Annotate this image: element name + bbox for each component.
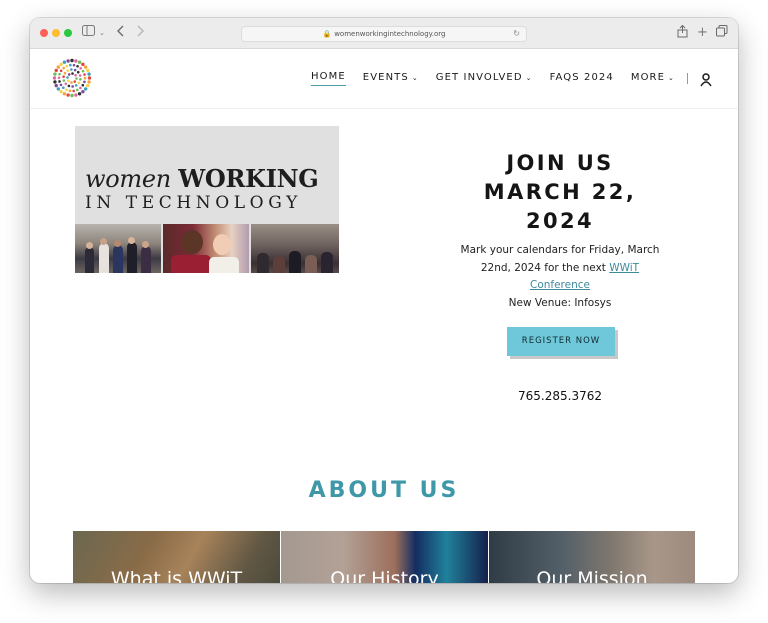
about-heading: ABOUT US bbox=[308, 478, 460, 503]
nav-item-faqs[interactable]: FAQS 2024 bbox=[550, 72, 614, 86]
back-arrow-icon[interactable] bbox=[116, 25, 126, 41]
reload-icon[interactable]: ↻ bbox=[513, 27, 520, 41]
forward-arrow-icon[interactable] bbox=[135, 25, 145, 41]
event-photo-group bbox=[75, 224, 161, 273]
hero-image: women WORKING IN TECHNOLOGY bbox=[75, 126, 339, 273]
hero-image-subtitle: IN TECHNOLOGY bbox=[85, 193, 302, 213]
nav-item-more[interactable]: MORE ⌄ bbox=[631, 72, 675, 86]
chevron-down-icon: ⌄ bbox=[411, 73, 419, 82]
nav-divider bbox=[687, 73, 688, 84]
share-icon[interactable] bbox=[677, 24, 688, 42]
about-card-title: Our Mission bbox=[536, 568, 648, 583]
site-logo[interactable] bbox=[52, 58, 92, 98]
chevron-down-icon[interactable]: ⌄ bbox=[99, 25, 105, 41]
address-url: womenworkingintechnology.org bbox=[334, 30, 446, 38]
hero-headline: JOIN US MARCH 22, 2024 bbox=[483, 151, 637, 233]
event-photo-audience bbox=[251, 224, 339, 273]
main-nav: HOME EVENTS ⌄ GET INVOLVED ⌄ FAQS 2024 MOR… bbox=[294, 71, 712, 86]
nav-item-home[interactable]: HOME bbox=[311, 71, 346, 86]
browser-window: ⌄ 🔒 womenworkingintechnology.org ↻ + HOME… bbox=[30, 18, 738, 583]
address-bar[interactable]: 🔒 womenworkingintechnology.org ↻ bbox=[241, 26, 527, 42]
close-window-button[interactable] bbox=[40, 29, 48, 37]
about-card-what-is-wwit[interactable]: What is WWiT bbox=[73, 531, 280, 583]
nav-item-events[interactable]: EVENTS ⌄ bbox=[363, 72, 419, 86]
chevron-down-icon: ⌄ bbox=[525, 73, 533, 82]
about-card-our-history[interactable]: Our History bbox=[281, 531, 488, 583]
browser-toolbar: ⌄ 🔒 womenworkingintechnology.org ↻ + bbox=[30, 18, 738, 49]
lock-icon: 🔒 bbox=[322, 30, 332, 38]
nav-item-get-involved[interactable]: GET INVOLVED ⌄ bbox=[436, 72, 533, 86]
sidebar-toggle-icon[interactable] bbox=[82, 25, 96, 41]
minimize-window-button[interactable] bbox=[52, 29, 60, 37]
tab-overview-icon[interactable] bbox=[716, 25, 728, 41]
event-photo-speakers bbox=[163, 224, 249, 273]
about-card-title: Our History bbox=[330, 568, 439, 583]
zoom-window-button[interactable] bbox=[64, 29, 72, 37]
venue-text: New Venue: Infosys bbox=[508, 296, 612, 309]
hero-description: Mark your calendars for Friday, March 22… bbox=[450, 242, 670, 312]
hero-image-title: women WORKING bbox=[85, 164, 319, 193]
new-tab-icon[interactable]: + bbox=[697, 25, 708, 41]
about-card-our-mission[interactable]: Our Mission bbox=[489, 531, 695, 583]
about-card-title: What is WWiT bbox=[110, 568, 243, 583]
user-icon[interactable] bbox=[700, 72, 712, 86]
site-header: HOME EVENTS ⌄ GET INVOLVED ⌄ FAQS 2024 MOR… bbox=[30, 49, 738, 109]
chevron-down-icon: ⌄ bbox=[668, 73, 675, 82]
phone-number[interactable]: 765.285.3762 bbox=[450, 389, 670, 403]
register-now-button[interactable]: REGISTER NOW bbox=[507, 327, 615, 356]
